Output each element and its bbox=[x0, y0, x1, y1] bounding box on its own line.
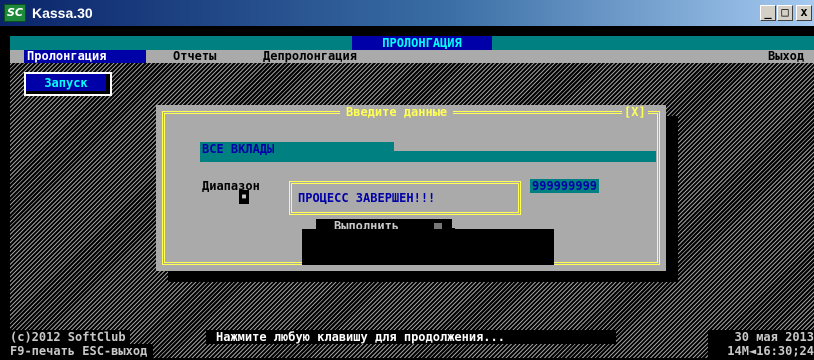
menu-bar: Пролонгация Отчеты Депролонгация Выход bbox=[10, 50, 814, 63]
menu-item-reports[interactable]: Отчеты bbox=[170, 50, 219, 63]
run-button[interactable]: Запуск bbox=[24, 72, 112, 96]
menu-item-exit[interactable]: Выход bbox=[765, 50, 807, 63]
menu-item-prolongation[interactable]: Пролонгация bbox=[24, 50, 146, 63]
title-bar[interactable]: SC Kassa.30 _ □ x bbox=[0, 0, 814, 26]
key-hints: F9-печать ESC-выход bbox=[10, 344, 154, 358]
run-button-label: Запуск bbox=[26, 74, 110, 94]
popup-shadow bbox=[302, 229, 554, 265]
hint-line: F9-печать ESC-выход 14M◄16:30;24 bbox=[10, 344, 814, 358]
close-button[interactable]: x bbox=[796, 5, 812, 21]
dialog-title: Введите данные bbox=[340, 105, 454, 119]
minimize-button[interactable]: _ bbox=[760, 5, 776, 21]
popup-frame: ПРОЦЕСС ЗАВЕРШЕН!!! bbox=[289, 181, 521, 215]
mode-bar: ПРОЛОНГАЦИЯ bbox=[10, 36, 814, 50]
popup-ok-marker[interactable]: ▪ bbox=[239, 190, 249, 204]
clock-readout: 14M◄16:30;24 bbox=[708, 344, 814, 358]
message-popup: ПРОЦЕСС ЗАВЕРШЕН!!! bbox=[285, 177, 525, 219]
kassa-window: SC Kassa.30 _ □ x ПРОЛОНГАЦИЯ Пролонгаци… bbox=[0, 0, 814, 360]
softclub-app-icon: SC bbox=[4, 4, 26, 22]
menu-item-deprolongation[interactable]: Депролонгация bbox=[260, 50, 360, 63]
deposits-label: ВСЕ ВКЛАДЫ bbox=[202, 142, 275, 156]
range-label: Диапазон bbox=[202, 179, 260, 193]
mode-title: ПРОЛОНГАЦИЯ bbox=[352, 36, 492, 50]
window-title: Kassa.30 bbox=[32, 5, 93, 21]
maximize-button[interactable]: □ bbox=[777, 5, 793, 21]
range-to-field[interactable]: 999999999 bbox=[530, 179, 600, 193]
status-line: (c)2012 SoftClub Нажмите любую клавишу д… bbox=[10, 330, 814, 344]
copyright-text: (c)2012 SoftClub bbox=[10, 330, 130, 344]
current-date: 30 мая 2013 bbox=[708, 330, 814, 344]
dos-console: ПРОЛОНГАЦИЯ Пролонгация Отчеты Депролонг… bbox=[10, 36, 814, 358]
deposits-field[interactable]: ВСЕ ВКЛАДЫ bbox=[200, 142, 656, 162]
press-any-key-prompt: Нажмите любую клавишу для продолжения... bbox=[206, 330, 616, 344]
popup-message: ПРОЦЕСС ЗАВЕРШЕН!!! bbox=[298, 191, 436, 205]
dialog-close-button[interactable]: [X] bbox=[622, 105, 648, 119]
